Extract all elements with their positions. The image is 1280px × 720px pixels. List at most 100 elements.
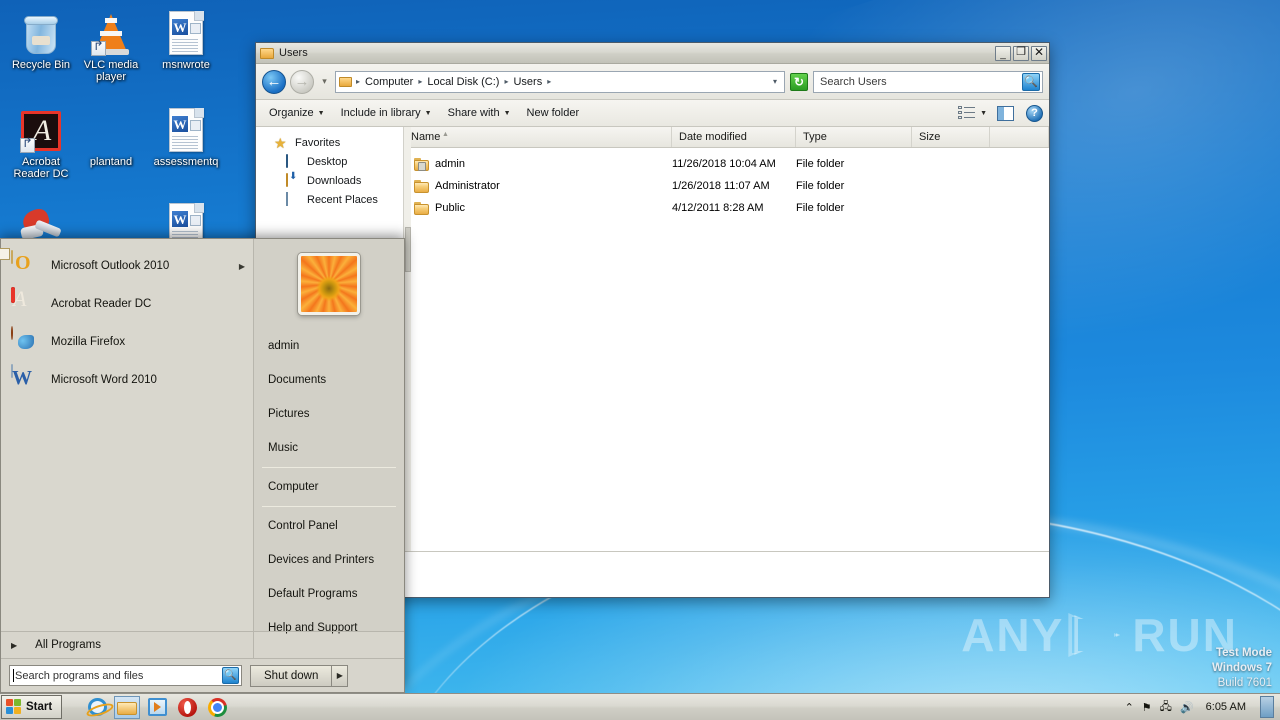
desktop-icon-plantand[interactable]: plantand	[73, 105, 149, 168]
change-view-icon[interactable]	[958, 105, 976, 121]
window-title-bar[interactable]: Users _ ❐ ✕	[256, 43, 1049, 64]
minimize-button[interactable]: _	[995, 45, 1011, 61]
taskbar-button-windows-explorer[interactable]	[114, 695, 141, 719]
desktop-icon-vlc-media-player[interactable]: VLC media player	[73, 8, 149, 83]
preview-pane-icon[interactable]	[997, 105, 1014, 121]
desktop-icon-label: VLC media player	[83, 59, 139, 83]
search-input[interactable]: Search Users 🔍	[813, 70, 1043, 93]
column-header-name[interactable]: Name ▲	[404, 127, 672, 147]
address-dropdown-chevron-icon[interactable]: ▾	[768, 77, 782, 86]
column-header-size[interactable]: Size	[912, 127, 990, 147]
table-row[interactable]: admin 11/26/2018 10:04 AM File folder	[404, 153, 1049, 175]
start-right-item-documents[interactable]: Documents	[254, 363, 404, 397]
shutdown-button[interactable]: Shut down	[250, 664, 333, 687]
breadcrumb-separator-icon[interactable]: ▸	[546, 77, 552, 86]
shutdown-control[interactable]: Shut down ▶	[250, 664, 349, 687]
forward-button[interactable]: →	[290, 69, 314, 94]
row-name-cell[interactable]: Public	[404, 201, 672, 215]
address-bar[interactable]: ▸ Computer ▸ Local Disk (C:) ▸ Users ▸ ▾	[335, 70, 785, 93]
new-folder-button[interactable]: New folder	[520, 103, 587, 123]
row-name-cell[interactable]: Administrator	[404, 179, 672, 193]
recent-pages-chevron-icon[interactable]: ▾	[318, 76, 331, 87]
start-item-label: Acrobat Reader DC	[51, 298, 152, 310]
search-input[interactable]: Search programs and files 🔍	[9, 665, 242, 686]
word-icon	[11, 364, 41, 395]
minimize-icon: _	[1000, 48, 1006, 60]
start-right-item-computer[interactable]: Computer	[254, 470, 404, 504]
start-item-microsoft-word-2010[interactable]: Microsoft Word 2010	[1, 361, 253, 399]
watermark-line-1: Test Mode	[1215, 647, 1272, 659]
view-dropdown-button[interactable]: ▼	[978, 110, 995, 117]
start-button[interactable]: Start	[1, 695, 63, 719]
taskbar-button-windows-media-player[interactable]	[144, 696, 170, 719]
file-list[interactable]: admin 11/26/2018 10:04 AM File folder Ad…	[404, 148, 1049, 551]
breadcrumb-item-computer[interactable]: Computer	[362, 75, 416, 89]
action-center-flag-icon[interactable]: ⚑	[1142, 701, 1152, 714]
show-hidden-icons-chevron-icon[interactable]: ⌃	[1125, 701, 1134, 714]
table-row[interactable]: Public 4/12/2011 8:28 AM File folder	[404, 197, 1049, 219]
desktop-icon-label: msnwrote	[162, 59, 210, 71]
taskbar[interactable]: Start ⌃ ⚑ 🖧 🔊 6:05 AM	[0, 693, 1280, 720]
maximize-button[interactable]: ❐	[1013, 45, 1029, 61]
shutdown-options-arrow-icon[interactable]: ▶	[332, 664, 349, 687]
include-in-library-button[interactable]: Include in library ▼	[334, 103, 439, 123]
start-item-acrobat-reader-dc[interactable]: Acrobat Reader DC	[1, 285, 253, 323]
submenu-arrow-icon[interactable]: ▶	[239, 262, 245, 271]
row-name-cell[interactable]: admin	[404, 157, 672, 171]
navpane-item-favorites[interactable]: ★ Favorites	[256, 133, 403, 152]
desktop-icon-assessmentq[interactable]: W assessmentq	[148, 105, 224, 168]
column-header-type[interactable]: Type	[796, 127, 912, 147]
desktop-icon-msnwrote[interactable]: W msnwrote	[148, 8, 224, 71]
column-header-date-modified[interactable]: Date modified	[672, 127, 796, 147]
window-title: Users	[279, 47, 308, 59]
all-programs-label: All Programs	[35, 639, 101, 651]
desktop-icon-acrobat-reader-dc[interactable]: A Acrobat Reader DC	[3, 105, 79, 180]
start-right-item-pictures[interactable]: Pictures	[254, 397, 404, 431]
navpane-label: Recent Places	[307, 193, 378, 206]
start-right-item-default-programs[interactable]: Default Programs	[254, 577, 404, 611]
desktop-icon-label: plantand	[89, 156, 133, 168]
window-controls[interactable]: _ ❐ ✕	[995, 45, 1047, 61]
word-document-icon: W	[148, 105, 224, 153]
start-menu[interactable]: Microsoft Outlook 2010 ▶ Acrobat Reader …	[0, 238, 405, 693]
navpane-item-recent-places[interactable]: Recent Places	[256, 190, 403, 209]
watermark-line-2: Windows 7	[1212, 662, 1272, 674]
start-right-item-user[interactable]: admin	[254, 329, 404, 363]
row-type-cell: File folder	[796, 202, 845, 214]
start-right-item-devices-and-printers[interactable]: Devices and Printers	[254, 543, 404, 577]
start-right-item-control-panel[interactable]: Control Panel	[254, 509, 404, 543]
file-list-pane[interactable]: Name ▲ Date modified Type Size admin 11/…	[404, 127, 1049, 551]
divider	[262, 506, 396, 507]
breadcrumb-separator-icon[interactable]: ▸	[355, 77, 361, 86]
taskbar-button-chrome[interactable]	[204, 696, 230, 719]
row-type-cell: File folder	[796, 158, 845, 170]
close-button[interactable]: ✕	[1031, 45, 1047, 61]
all-programs-button[interactable]: ▶ All Programs	[1, 631, 253, 658]
breadcrumb-separator-icon[interactable]: ▸	[503, 77, 509, 86]
table-row[interactable]: Administrator 1/26/2018 11:07 AM File fo…	[404, 175, 1049, 197]
start-item-microsoft-outlook-2010[interactable]: Microsoft Outlook 2010 ▶	[1, 247, 253, 285]
share-with-button[interactable]: Share with ▼	[441, 103, 518, 123]
breadcrumb-item-local-disk[interactable]: Local Disk (C:)	[424, 75, 502, 89]
navpane-item-desktop[interactable]: Desktop	[256, 152, 403, 171]
avatar-wrap	[254, 249, 404, 329]
taskbar-button-internet-explorer[interactable]	[84, 696, 110, 719]
navpane-item-downloads[interactable]: Downloads	[256, 171, 403, 190]
desktop-icon-recycle-bin[interactable]: Recycle Bin	[3, 8, 79, 71]
show-desktop-button[interactable]	[1260, 696, 1274, 718]
back-button[interactable]: ←	[262, 69, 286, 94]
organize-button[interactable]: Organize ▼	[262, 103, 332, 123]
chevron-right-icon: ▶	[11, 640, 18, 650]
volume-icon[interactable]: 🔊	[1180, 701, 1194, 714]
taskbar-button-opera[interactable]	[174, 696, 200, 719]
breadcrumb-item-users[interactable]: Users	[510, 75, 545, 89]
clock[interactable]: 6:05 AM	[1202, 701, 1250, 713]
navpane-scrollbar-thumb[interactable]	[405, 227, 411, 272]
breadcrumb-separator-icon[interactable]: ▸	[417, 77, 423, 86]
refresh-button[interactable]: ↻	[789, 72, 809, 92]
start-right-item-music[interactable]: Music	[254, 431, 404, 465]
network-icon[interactable]: 🖧	[1160, 698, 1172, 717]
start-item-mozilla-firefox[interactable]: Mozilla Firefox	[1, 323, 253, 361]
help-icon[interactable]: ?	[1026, 104, 1043, 122]
avatar[interactable]	[298, 253, 360, 315]
